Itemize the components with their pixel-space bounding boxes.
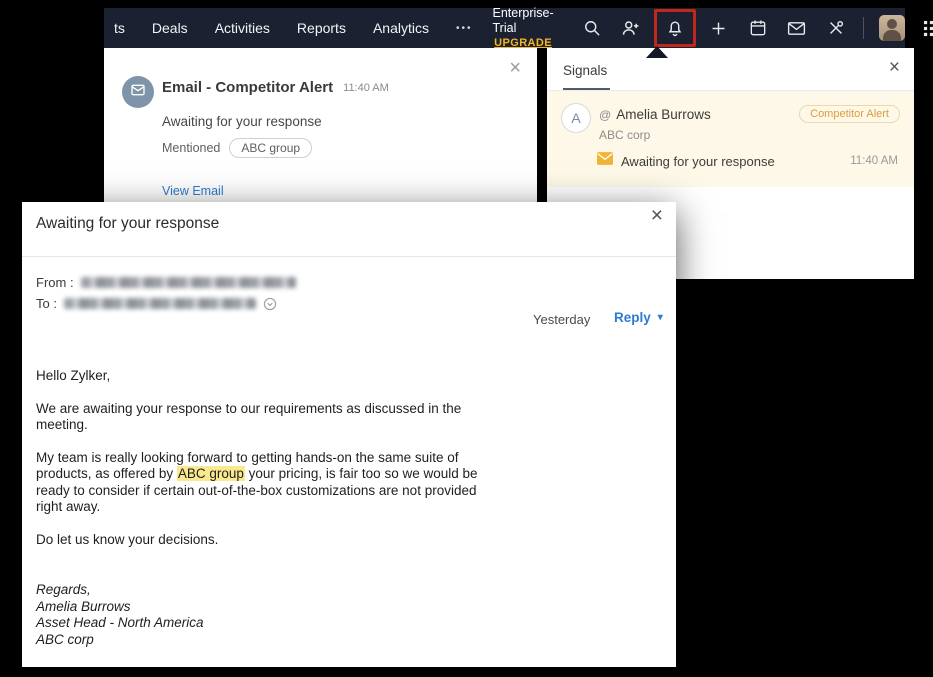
mention-chip: ABC group bbox=[229, 138, 313, 158]
paragraph-3: Do let us know your decisions. bbox=[36, 531, 219, 547]
to-label: To : bbox=[36, 296, 57, 311]
more-menu-button[interactable]: ••• bbox=[456, 23, 473, 34]
modal-title: Awaiting for your response bbox=[36, 215, 220, 232]
users-icon[interactable] bbox=[619, 16, 643, 40]
paragraph-2: My team is really looking forward to get… bbox=[36, 449, 478, 515]
add-plus-icon[interactable] bbox=[707, 16, 731, 40]
email-avatar bbox=[122, 76, 154, 108]
nav-item-reports[interactable]: Reports bbox=[297, 20, 346, 36]
contact-avatar: A bbox=[561, 103, 591, 133]
popover-arrow bbox=[646, 46, 668, 58]
email-signature: Regards, Amelia Burrows Asset Head - Nor… bbox=[36, 582, 204, 647]
email-date: Yesterday bbox=[533, 312, 591, 327]
apps-grid-icon[interactable] bbox=[920, 16, 933, 40]
nav-item-clipped[interactable]: ts bbox=[114, 20, 125, 36]
competitor-alert-badge: Competitor Alert bbox=[799, 105, 900, 123]
alert-close-icon[interactable]: × bbox=[509, 58, 521, 78]
search-icon[interactable] bbox=[580, 16, 604, 40]
email-alert-card: Email - Competitor Alert 11:40 AM Awaiti… bbox=[104, 48, 537, 202]
nav-item-analytics[interactable]: Analytics bbox=[373, 20, 429, 36]
paragraph-1: We are awaiting your response to our req… bbox=[36, 400, 462, 433]
mentioned-label: Mentioned bbox=[162, 141, 221, 155]
mail-icon[interactable] bbox=[785, 16, 809, 40]
calendar-icon[interactable] bbox=[746, 16, 770, 40]
mail-icon bbox=[597, 152, 613, 170]
nav-item-activities[interactable]: Activities bbox=[215, 20, 270, 36]
highlighted-mention: ABC group bbox=[176, 466, 245, 481]
expand-recipients-icon[interactable] bbox=[263, 297, 277, 311]
upgrade-link[interactable]: UPGRADE bbox=[494, 37, 552, 51]
signals-tab[interactable]: Signals bbox=[563, 63, 607, 78]
reply-label: Reply bbox=[614, 310, 651, 325]
greeting: Hello Zylker, bbox=[36, 368, 111, 383]
signal-subject: Awaiting for your response bbox=[621, 153, 775, 169]
email-preview-modal: Awaiting for your response × From : To :… bbox=[22, 202, 676, 667]
user-avatar[interactable] bbox=[878, 15, 905, 41]
email-body: Hello Zylker, We are awaiting your respo… bbox=[36, 368, 488, 648]
screen: Email - Competitor Alert 11:40 AM Awaiti… bbox=[0, 0, 933, 677]
envelope-icon bbox=[130, 82, 146, 103]
alert-title: Email - Competitor Alert bbox=[162, 79, 334, 96]
plan-name: Enterprise-Trial bbox=[492, 5, 554, 36]
view-email-link[interactable]: View Email bbox=[162, 184, 224, 198]
signal-time: 11:40 AM bbox=[850, 155, 898, 167]
reply-button[interactable]: Reply ▾ bbox=[614, 310, 663, 325]
annotation-highlight-box bbox=[653, 9, 696, 47]
signals-close-icon[interactable]: × bbox=[889, 58, 900, 77]
chevron-down-icon: ▾ bbox=[657, 312, 663, 323]
contact-name: Amelia Burrows bbox=[616, 107, 711, 122]
alert-time: 11:40 AM bbox=[343, 81, 389, 94]
contact-company: ABC corp bbox=[599, 128, 651, 142]
alert-subject: Awaiting for your response bbox=[162, 114, 322, 129]
top-navigation-bar: ts Deals Activities Reports Analytics ••… bbox=[104, 5, 933, 51]
notification-bell-icon[interactable] bbox=[663, 16, 687, 40]
from-label: From : bbox=[36, 275, 74, 290]
mention-icon: @ bbox=[599, 107, 612, 122]
tools-icon[interactable] bbox=[824, 16, 848, 40]
redacted-from-address bbox=[80, 277, 296, 288]
divider bbox=[862, 17, 864, 39]
redacted-to-address bbox=[63, 298, 256, 309]
modal-close-icon[interactable]: × bbox=[651, 205, 663, 226]
divider bbox=[22, 256, 676, 257]
signal-list-item[interactable]: A @ Amelia Burrows Competitor Alert ABC … bbox=[547, 91, 914, 187]
nav-item-deals[interactable]: Deals bbox=[152, 20, 188, 36]
